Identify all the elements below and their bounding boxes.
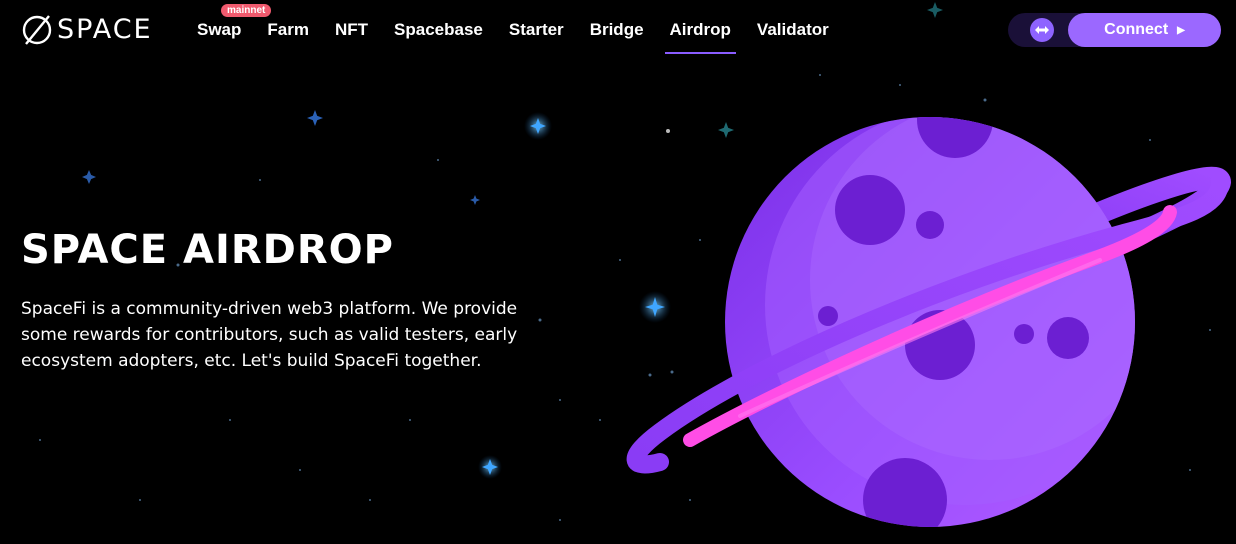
- connect-button[interactable]: Connect ▶: [1068, 13, 1221, 47]
- network-switch-button[interactable]: [1030, 18, 1054, 42]
- nav-label: Airdrop: [669, 20, 731, 39]
- nav-label: Starter: [508, 20, 564, 39]
- planet-illustration: [626, 117, 1232, 527]
- nav-label: Validator: [756, 20, 829, 39]
- nav-item-bridge[interactable]: Bridge: [590, 18, 644, 42]
- nav-item-airdrop[interactable]: Airdrop: [664, 18, 737, 54]
- wallet-controls: Connect ▶: [1008, 13, 1221, 47]
- nav-label: Farm: [267, 20, 309, 39]
- connect-label: Connect: [1104, 21, 1169, 38]
- mainnet-badge: mainnet: [221, 4, 272, 17]
- nav-item-starter[interactable]: Starter: [509, 18, 564, 42]
- hero-description: SpaceFi is a community-driven web3 platf…: [21, 299, 518, 371]
- page-title: SPACE AIRDROP: [21, 227, 394, 273]
- nav-item-swap[interactable]: mainnet Swap: [197, 4, 272, 42]
- top-navbar: SPACE mainnet Swap Farm NFT Spacebase St…: [0, 0, 1236, 60]
- nav-label: Swap: [197, 20, 242, 39]
- empty-set-logo-icon: [22, 15, 52, 45]
- play-arrow-icon: ▶: [1177, 24, 1185, 36]
- nav-item-spacebase[interactable]: Spacebase: [394, 18, 483, 42]
- brand-name: SPACE: [57, 14, 153, 45]
- nav-item-validator[interactable]: Validator: [757, 18, 829, 42]
- nav-label: Bridge: [589, 20, 644, 39]
- nav-label: Spacebase: [394, 20, 483, 39]
- main-nav: mainnet Swap Farm NFT Spacebase Starter …: [197, 4, 829, 54]
- nav-item-nft[interactable]: NFT: [335, 18, 368, 42]
- swap-arrows-icon: [1035, 26, 1049, 34]
- nav-label: NFT: [334, 20, 369, 39]
- brand-logo[interactable]: SPACE: [20, 13, 153, 47]
- nav-item-farm[interactable]: Farm: [267, 18, 309, 42]
